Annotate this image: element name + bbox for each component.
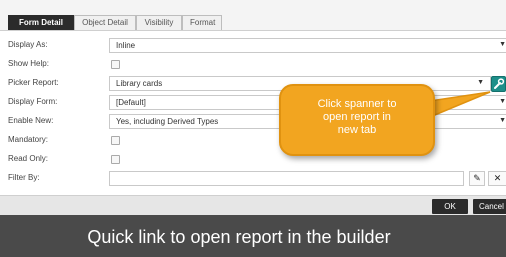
callout-line-2: open report in bbox=[323, 111, 391, 123]
callout-line-1: Click spanner to bbox=[317, 98, 397, 110]
form-editor-dialog: Form Detail Object Detail Visibility For… bbox=[0, 0, 506, 257]
callout-line-3: new tab bbox=[337, 124, 377, 136]
annotation-callout: Click spanner to open report in new tab bbox=[279, 84, 435, 156]
